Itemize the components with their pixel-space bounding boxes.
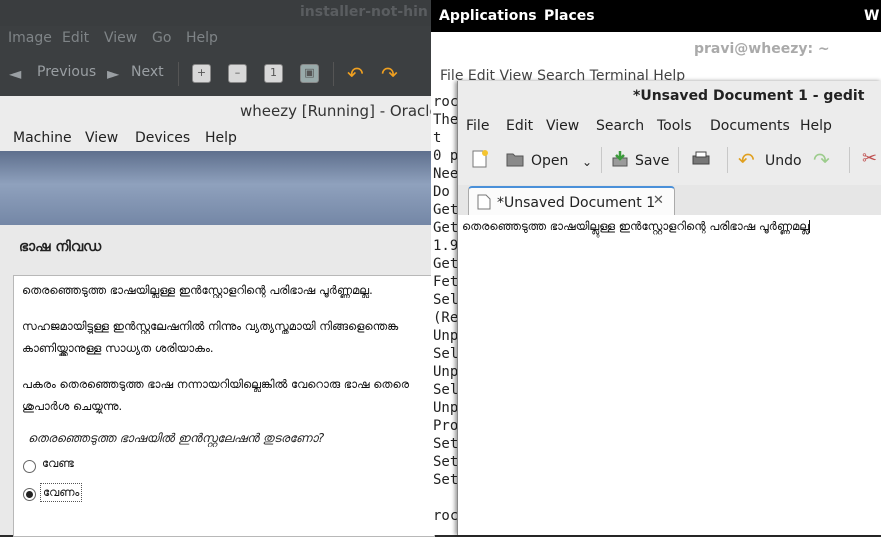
editor-line[interactable]: തെരഞ്ഞെടുത്ത ഭാഷയില്ലുള്ള ഇന്‍സ്റ്റോളറിന… (462, 219, 811, 234)
gedit-menu-help[interactable]: Help (800, 118, 832, 134)
continue-question: തെരഞ്ഞെടുത്ത ഭാഷയില്‍ ഇന്‍സ്റ്റലേഷന്‍ തു… (28, 431, 325, 445)
document-tab-label[interactable]: *Unsaved Document 1 (497, 195, 655, 211)
terminal-line: Set (433, 436, 459, 452)
places-menu[interactable]: Places (544, 8, 595, 24)
gedit-menu-documents[interactable]: Documents (710, 118, 790, 134)
warning-text: സഹജമായിട്ടുള്ള ഇന്‍സ്റ്റലേഷനില്‍ നിന്നും… (22, 319, 399, 333)
close-tab-icon[interactable]: ✕ (653, 193, 664, 208)
gnome-top-panel: Applications Places W (431, 0, 881, 32)
viewer-menu-go[interactable]: Go (152, 30, 171, 46)
zoom-out-icon[interactable]: – (228, 64, 247, 83)
viewer-menu-edit[interactable]: Edit (62, 30, 89, 46)
vbox-title: wheezy [Running] - Oracle (240, 102, 439, 120)
viewer-menu-image[interactable]: Image (8, 30, 52, 46)
vbox-menu-help[interactable]: Help (205, 130, 237, 146)
warning-text: കാണിയ്ക്കാനുള്ള സാധ്യത ശരിയാകം. (22, 341, 214, 355)
normal-size-icon[interactable]: 1 (264, 64, 283, 83)
terminal-line: Unp (433, 400, 459, 416)
best-fit-icon[interactable]: ▣ (300, 64, 319, 83)
terminal-line: Get (433, 202, 459, 218)
installer-banner (0, 151, 431, 225)
terminal-line: Do (433, 184, 450, 200)
terminal-line: (Re (433, 310, 459, 326)
text-caret (809, 220, 811, 233)
vbox-menu-devices[interactable]: Devices (135, 130, 190, 146)
toolbar-separator (333, 62, 334, 86)
terminal-line: Unp (433, 364, 459, 380)
redo-icon[interactable]: ↷ (813, 148, 830, 172)
previous-button[interactable]: Previous (37, 64, 96, 80)
terminal-line: Sel (433, 382, 459, 398)
terminal-title: pravi@wheezy: ~ (694, 41, 830, 57)
toolbar-separator (727, 147, 728, 173)
installer-heading: ഭാഷ നിവഡ (19, 239, 102, 255)
applications-menu[interactable]: Applications (439, 8, 537, 24)
terminal-line: roc (433, 94, 459, 110)
panel-clock[interactable]: W (864, 8, 879, 24)
rotate-right-icon[interactable]: ↷ (381, 62, 398, 86)
gedit-menu-search[interactable]: Search (596, 118, 644, 134)
gedit-menu-view[interactable]: View (546, 118, 579, 134)
next-arrow-icon: ► (107, 64, 120, 83)
terminal-line: roc (433, 508, 459, 524)
toolbar-separator (601, 147, 602, 173)
rotate-left-icon[interactable]: ↶ (347, 62, 364, 86)
undo-button[interactable]: Undo (765, 153, 802, 169)
open-dropdown-chevron-icon[interactable]: ⌄ (582, 155, 592, 169)
terminal-line: Nee (433, 166, 459, 182)
save-button[interactable]: Save (635, 153, 669, 169)
radio-yes[interactable] (23, 488, 36, 501)
radio-no[interactable] (23, 460, 36, 473)
cut-icon[interactable]: ✂ (862, 148, 877, 169)
warning-text: പകരം തെരഞ്ഞെടുത്ത ഭാഷ നന്നായറിയില്ലെങ്കി… (22, 377, 409, 391)
terminal-line: Fet (433, 274, 459, 290)
terminal-line: Sel (433, 346, 459, 362)
terminal-line: 0 p (433, 148, 459, 164)
gedit-menu-tools[interactable]: Tools (657, 118, 692, 134)
open-button[interactable]: Open (531, 153, 568, 169)
new-document-icon[interactable] (470, 149, 490, 169)
toolbar-separator (178, 62, 179, 86)
viewer-title: installer-not-hin (300, 4, 428, 20)
document-icon (477, 194, 491, 210)
vbox-menu-view[interactable]: View (85, 130, 118, 146)
save-icon[interactable] (610, 149, 630, 169)
terminal-line: Unp (433, 328, 459, 344)
terminal-line: t (433, 130, 442, 146)
terminal-line: The (433, 112, 459, 128)
zoom-in-icon[interactable]: + (192, 64, 211, 83)
terminal-line: Pro (433, 418, 459, 434)
gedit-menu-edit[interactable]: Edit (506, 118, 533, 134)
editor-text: തെരഞ്ഞെടുത്ത ഭാഷയില്ലുള്ള ഇന്‍സ്റ്റോളറിന… (462, 219, 810, 233)
text-editor-area[interactable] (458, 215, 881, 535)
viewer-menu-help[interactable]: Help (186, 30, 218, 46)
toolbar-separator (678, 147, 679, 173)
toolbar-separator (849, 147, 850, 173)
gedit-title: *Unsaved Document 1 - gedit (633, 88, 865, 104)
viewer-menu-view[interactable]: View (104, 30, 137, 46)
terminal-line: Sel (433, 292, 459, 308)
virtualbox-window: wheezy [Running] - Oracle Machine View D… (0, 96, 439, 537)
gedit-menu-file[interactable]: File (466, 118, 489, 134)
warning-text: ശുപാര്‍ശ ചെയ്യുന്നു. (22, 399, 123, 413)
previous-arrow-icon: ◄ (9, 64, 22, 83)
next-button[interactable]: Next (131, 64, 164, 80)
warning-text: തെരഞ്ഞെടുത്ത ഭാഷയില്ലുള്ള ഇന്‍സ്റ്റോളറിന… (22, 283, 373, 297)
terminal-line: Set (433, 472, 459, 488)
gedit-window: *Unsaved Document 1 - gedit File Edit Vi… (457, 81, 881, 535)
undo-icon[interactable]: ↶ (738, 148, 755, 172)
open-folder-icon[interactable] (505, 149, 525, 169)
terminal-line: 1.9 (433, 238, 459, 254)
terminal-line: Set (433, 454, 459, 470)
radio-no-label[interactable]: വേണ്ട (42, 456, 74, 471)
terminal-line: Get (433, 220, 459, 236)
print-icon[interactable] (691, 149, 711, 169)
radio-yes-label[interactable]: വേണം (40, 483, 83, 502)
terminal-line: Get (433, 256, 459, 272)
vbox-menu-machine[interactable]: Machine (13, 130, 72, 146)
